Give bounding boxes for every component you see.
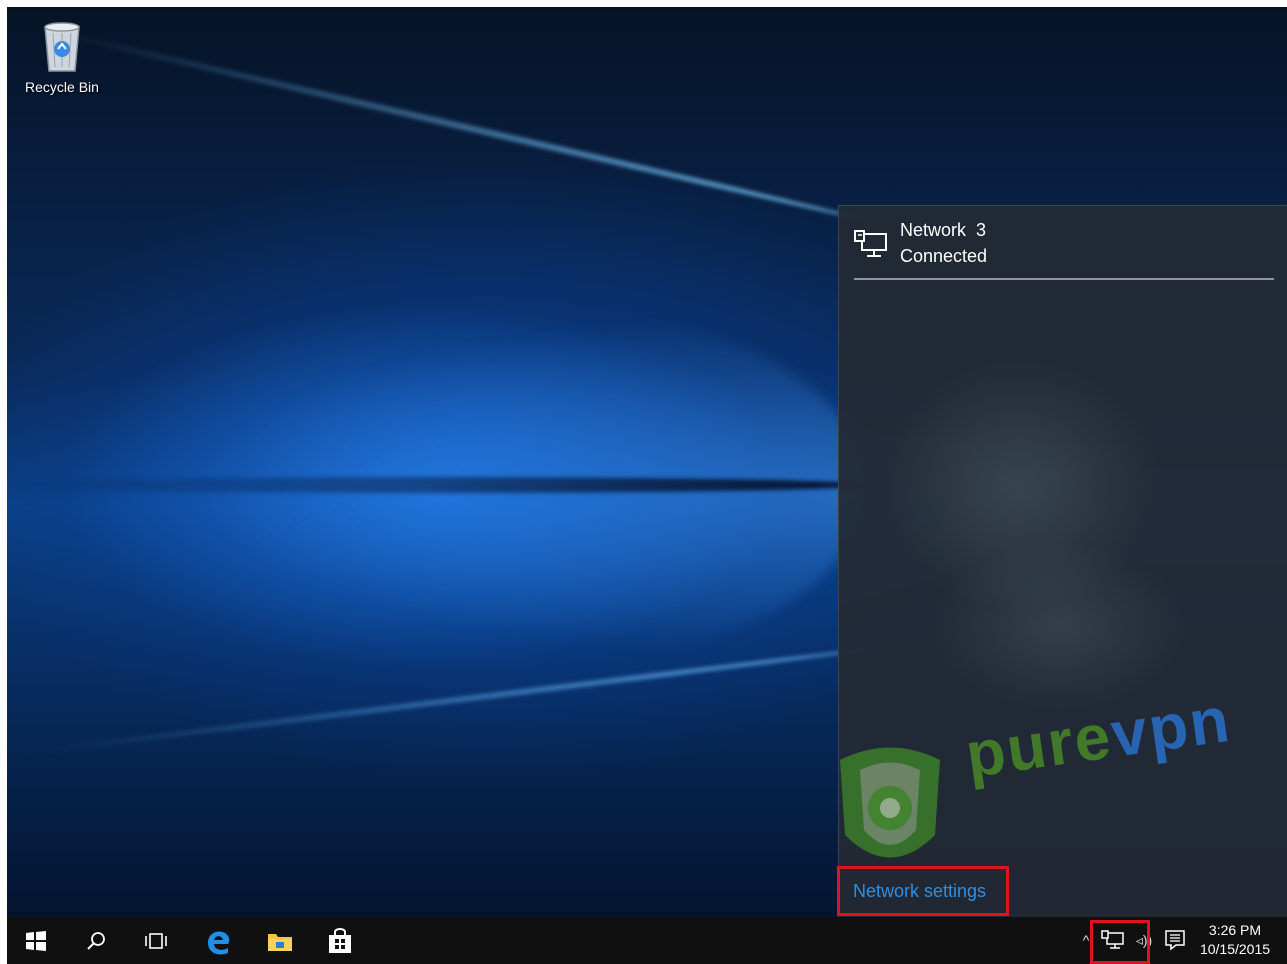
task-view-icon [145, 932, 167, 949]
folder-icon [268, 933, 292, 951]
windows-logo-icon [26, 930, 46, 951]
ethernet-monitor-icon [854, 230, 887, 257]
highlight-box-network-tray [1090, 920, 1150, 964]
network-list-item[interactable]: Network 3 Connected [854, 214, 1274, 276]
network-name: Network 3 [900, 220, 987, 240]
taskbar-clock[interactable]: 3:26 PM 10/15/2015 [1191, 921, 1279, 959]
search-button[interactable] [67, 917, 125, 964]
network-item-divider [854, 278, 1274, 280]
clock-time: 3:26 PM [1208, 922, 1262, 938]
recycle-bin-desktop-icon[interactable]: Recycle Bin [17, 19, 107, 95]
network-status: Connected [900, 246, 988, 266]
task-view-button[interactable] [127, 917, 185, 964]
clock-date: 10/15/2015 [1199, 941, 1271, 957]
start-button[interactable] [7, 917, 65, 964]
action-center-icon [1165, 930, 1185, 951]
action-center-button[interactable] [1161, 927, 1189, 953]
wallpaper-dark-beam [7, 477, 867, 493]
wallpaper-light-beam [13, 647, 868, 757]
highlight-box-network-settings [837, 866, 1009, 916]
network-flyout: Network 3 Connected [838, 205, 1287, 918]
store-button[interactable] [311, 917, 369, 964]
recycle-bin-icon [44, 22, 80, 72]
flyout-blurred-background [839, 286, 1287, 846]
search-icon [87, 931, 105, 950]
wallpaper-light-beam [28, 23, 868, 223]
file-explorer-button[interactable] [251, 917, 309, 964]
recycle-bin-label: Recycle Bin [25, 79, 99, 95]
store-bag-icon [329, 927, 351, 953]
edge-browser-button[interactable] [189, 917, 247, 964]
edge-icon [208, 930, 230, 955]
